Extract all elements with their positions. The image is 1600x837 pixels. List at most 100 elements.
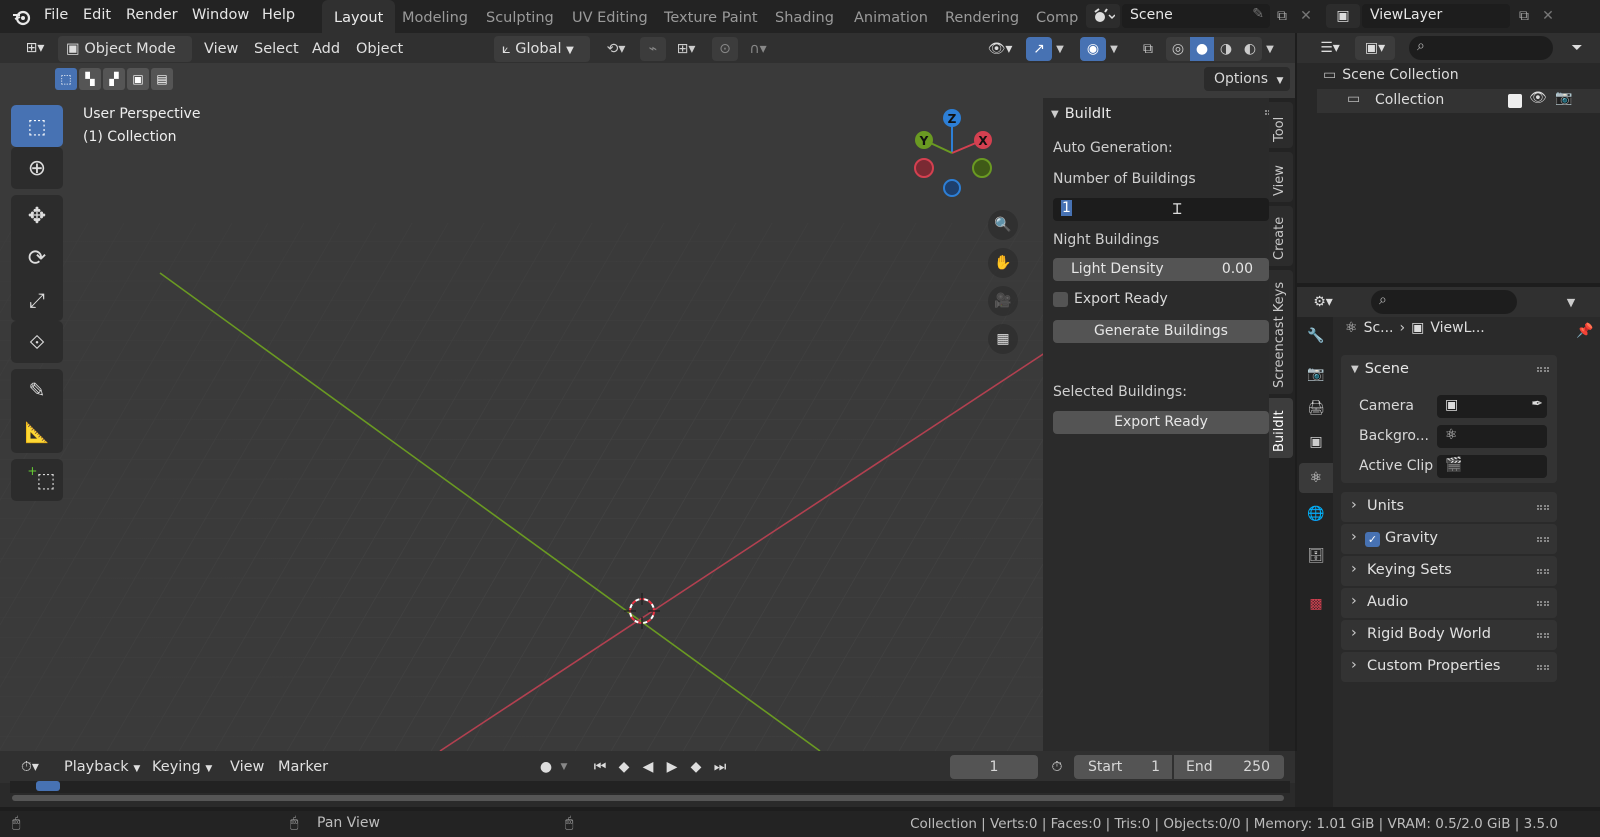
scale-icon[interactable]: ⤢	[11, 279, 63, 321]
tab-tool[interactable]: Tool	[1269, 102, 1293, 148]
scene-panel-header[interactable]: ▼ Scene	[1351, 361, 1409, 377]
drag-grip-icon[interactable]	[1537, 569, 1549, 574]
play-icon[interactable]: ▶	[662, 755, 682, 779]
xray-toggle-icon[interactable]: ⧉	[1136, 37, 1160, 61]
move-icon[interactable]: ✥	[11, 195, 63, 237]
tab-texture-paint[interactable]: Texture Paint	[652, 0, 770, 33]
menu-render[interactable]: Render	[126, 7, 178, 23]
pivot-point-icon[interactable]: ⟲▾	[598, 37, 634, 61]
light-density-slider[interactable]: Light Density 0.00	[1053, 258, 1269, 281]
tab-create[interactable]: Create	[1269, 206, 1293, 266]
select-subtract-icon[interactable]: ▞	[103, 68, 125, 90]
transform-tool[interactable]: ⟐	[11, 321, 63, 363]
playback-menu[interactable]: Playback ▼	[56, 754, 148, 780]
drag-grip-icon[interactable]	[1537, 505, 1549, 510]
options-dropdown[interactable]: Options ▼	[1204, 67, 1290, 91]
gravity-checkbox[interactable]: ✓	[1365, 532, 1380, 547]
menu-help[interactable]: Help	[262, 7, 295, 23]
tab-compositing[interactable]: Comp	[1024, 0, 1080, 33]
properties-editor-type-icon[interactable]: ⚙▾	[1303, 290, 1343, 314]
prev-keyframe-icon[interactable]: ◆	[614, 755, 634, 779]
export-ready-button[interactable]: Export Ready	[1053, 411, 1269, 434]
proportional-edit-icon[interactable]: ⊙	[712, 37, 738, 61]
display-mode-icon[interactable]: ▣▾	[1355, 36, 1395, 60]
tab-shading[interactable]: Shading	[763, 0, 846, 33]
marker-menu[interactable]: Marker	[270, 754, 336, 780]
rendered-shading-icon[interactable]: ◐	[1238, 37, 1262, 61]
select-new-icon[interactable]: ⬚	[55, 68, 77, 90]
scene-name-field[interactable]: Scene ✎	[1122, 4, 1270, 28]
record-icon[interactable]: ●	[536, 755, 556, 779]
tool-tab-icon[interactable]: 🔧	[1303, 323, 1329, 349]
output-tab-icon[interactable]: 🖨	[1303, 395, 1329, 421]
material-shading-icon[interactable]: ◑	[1214, 37, 1238, 61]
active-clip-field[interactable]: 🎬	[1437, 455, 1547, 478]
tab-rendering[interactable]: Rendering	[933, 0, 1031, 33]
navigation-gizmo[interactable]: Z X Y	[910, 103, 1000, 203]
timeline-scrubber[interactable]	[10, 781, 1290, 793]
background-field[interactable]: ⚛	[1437, 425, 1547, 448]
menu-add[interactable]: Add	[304, 36, 348, 62]
units-panel[interactable]: › Units	[1341, 492, 1557, 522]
world-tab-icon[interactable]: 🌐	[1303, 501, 1329, 527]
start-frame-field[interactable]: Start 1	[1074, 755, 1172, 779]
tab-screencast-keys[interactable]: Screencast Keys	[1269, 270, 1293, 394]
outliner-search-input[interactable]: ⌕	[1409, 36, 1553, 60]
menu-view[interactable]: View	[196, 36, 246, 62]
select-extend-icon[interactable]: ▚	[79, 68, 101, 90]
select-invert-icon[interactable]: ▣	[127, 68, 149, 90]
tab-view[interactable]: View	[1269, 152, 1293, 202]
transform-orientation-dropdown[interactable]: ⟀ Global ▼	[494, 36, 590, 62]
camera-icon[interactable]: 📷	[1555, 90, 1572, 106]
export-ready-checkbox-row[interactable]: Export Ready	[1053, 291, 1168, 307]
drag-grip-icon[interactable]	[1537, 601, 1549, 606]
chevron-down-icon[interactable]: ▼	[1559, 290, 1583, 314]
buildit-panel-header[interactable]: ▼ BuildIt	[1051, 104, 1111, 124]
view-layer-tab-icon[interactable]: ▣	[1303, 429, 1329, 455]
zoom-icon[interactable]: 🔍	[988, 210, 1018, 240]
current-frame-field[interactable]: 1	[950, 755, 1038, 779]
chevron-down-icon[interactable]: ▼	[1052, 37, 1068, 61]
tab-sculpting[interactable]: Sculpting	[474, 0, 566, 33]
mode-dropdown[interactable]: ▣ Object Mode ▼	[58, 36, 192, 82]
custom-properties-panel[interactable]: › Custom Properties	[1341, 652, 1557, 682]
next-keyframe-icon[interactable]: ◆	[686, 755, 706, 779]
select-box-tool[interactable]: ⬚	[11, 105, 63, 147]
delete-scene-icon[interactable]: ✕	[1296, 6, 1316, 26]
menu-window[interactable]: Window	[192, 7, 249, 23]
rigid-body-world-panel[interactable]: › Rigid Body World	[1341, 620, 1557, 650]
collection-tab-icon[interactable]: 🗄	[1303, 543, 1329, 569]
stopwatch-icon[interactable]: ⏱	[1044, 755, 1070, 779]
scene-selector-icon[interactable]	[1086, 4, 1120, 28]
perspective-toggle-icon[interactable]: ▦	[988, 324, 1018, 354]
measure-icon[interactable]: 📐	[11, 411, 63, 453]
end-frame-field[interactable]: End 250	[1174, 755, 1284, 779]
camera-field[interactable]: ▣ ✒	[1437, 395, 1547, 418]
viewlayer-selector-icon[interactable]: ▣	[1326, 4, 1360, 28]
eye-icon[interactable]: 👁	[1529, 90, 1547, 106]
snap-target-icon[interactable]: ⊞▾	[666, 37, 706, 61]
menu-object[interactable]: Object	[348, 36, 411, 62]
chevron-down-icon[interactable]: ▼	[1106, 37, 1122, 61]
rotate-icon[interactable]: ⟳	[11, 237, 63, 279]
drag-grip-icon[interactable]	[1537, 367, 1549, 372]
exclude-checkbox-icon[interactable]	[1508, 94, 1522, 108]
tab-buildit[interactable]: BuildIt	[1269, 398, 1293, 458]
keying-sets-panel[interactable]: › Keying Sets	[1341, 556, 1557, 586]
falloff-icon[interactable]: ∩▾	[740, 37, 776, 61]
menu-select[interactable]: Select	[246, 36, 307, 62]
camera-view-icon[interactable]: 🎥	[988, 286, 1018, 316]
pin-icon[interactable]: 📌	[1575, 321, 1595, 341]
chevron-down-icon[interactable]: ▼	[1262, 37, 1278, 61]
timeline-editor-type-icon[interactable]: ⏱▾	[10, 755, 50, 779]
render-tab-icon[interactable]: 📷	[1303, 361, 1329, 387]
filter-icon[interactable]: ⏷	[1559, 36, 1595, 60]
export-ready-checkbox[interactable]	[1053, 291, 1068, 307]
solid-shading-icon[interactable]: ●	[1190, 37, 1214, 61]
eyedropper-icon[interactable]: ✒	[1531, 396, 1543, 412]
timeline-view-menu[interactable]: View	[222, 754, 272, 780]
scene-collection-row[interactable]: ▭ Scene Collection	[1323, 67, 1459, 83]
gizmo-toggle-icon[interactable]: ↗	[1026, 37, 1052, 61]
editor-type-icon[interactable]: ⊞▾	[18, 36, 52, 60]
wireframe-shading-icon[interactable]: ◎	[1166, 37, 1190, 61]
